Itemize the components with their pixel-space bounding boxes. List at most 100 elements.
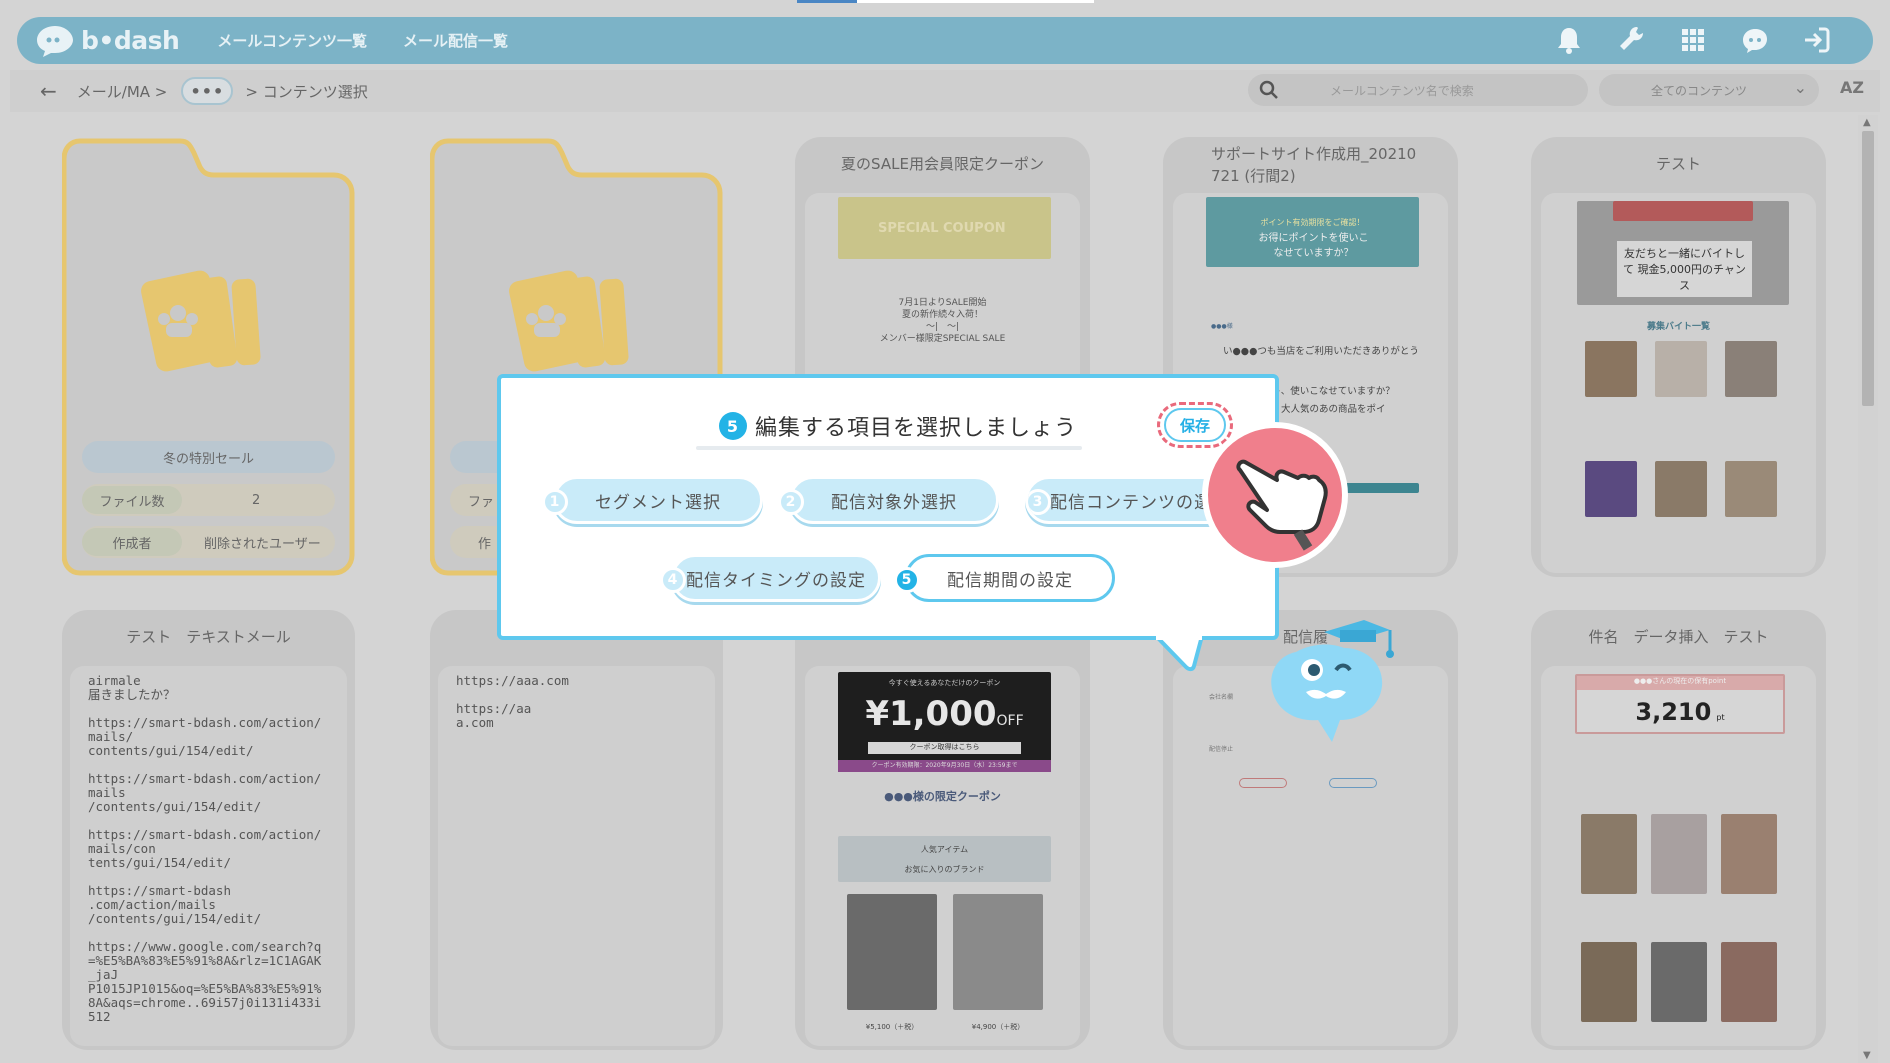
breadcrumb-ellipsis-button[interactable]: •••	[181, 77, 234, 105]
author-value: 削除されたユーザー	[204, 536, 321, 552]
option-label: 配信タイミングの設定	[686, 570, 866, 591]
logo-text: b•dash	[81, 26, 180, 55]
popup-step-number: 5	[719, 412, 747, 440]
nav-mail-contents[interactable]: メールコンテンツ一覧	[217, 30, 367, 51]
line: 会社名欄	[1209, 694, 1234, 701]
card-title-line: 721 (行間2)	[1211, 167, 1296, 185]
logo[interactable]: b•dash	[35, 24, 180, 58]
support-icon[interactable]	[1739, 23, 1771, 57]
banner-top: 今すぐ使えるあなただけのクーポン	[888, 679, 1001, 687]
option-label: 配信期間の設定	[947, 570, 1073, 591]
section-subtitle: お気に入りのブランド	[904, 865, 985, 874]
option-number: 4	[660, 567, 686, 593]
option-number: 3	[1028, 489, 1051, 515]
points-banner: ポイント有効期限をご確認！ お得にポイントを使いこなせていますか？	[1206, 197, 1419, 267]
folder-card[interactable]: 冬の特別セール ファイル数 2 作成者 削除されたユーザー	[62, 137, 355, 577]
content-filter-select[interactable]: 全てのコンテンツ ⌄	[1599, 74, 1819, 106]
price-2: ¥4,900（＋税）	[971, 1023, 1025, 1031]
author-label: 作成者	[82, 528, 182, 556]
popup-title: 5 編集する項目を選択しましょう	[719, 410, 1077, 442]
content-card[interactable]: テスト テキストメール airmale 届きましたか？ https://smar…	[62, 610, 355, 1050]
breadcrumb-current: > コンテンツ選択	[245, 82, 368, 101]
content-card[interactable]: 今すぐ使えるあなただけのクーポン ¥1,000OFF クーポン取得はこちら クー…	[795, 610, 1090, 1050]
text-mail-body: https://aaa.com https://aa a.com	[438, 666, 715, 1046]
popup-title-text: 編集する項目を選択しましょう	[755, 416, 1078, 441]
popular-section: 人気アイテム お気に入りのブランド	[838, 836, 1051, 882]
coupon-heading: ●●●様の限定クーポン	[884, 790, 1001, 803]
banner-small: ポイント有効期限をご確認！	[1260, 218, 1365, 227]
option-label: 配信対象外選択	[831, 492, 957, 513]
folder-name: 冬の特別セール	[82, 441, 335, 473]
app-header: b•dash メールコンテンツ一覧 メール配信一覧	[17, 17, 1873, 64]
option-period-setting[interactable]: 5 配信期間の設定	[894, 554, 1115, 602]
nav-mail-delivery[interactable]: メール配信一覧	[403, 30, 508, 51]
price-banner: 今すぐ使えるあなただけのクーポン ¥1,000OFF クーポン取得はこちら クー…	[838, 672, 1051, 772]
card-title: サポートサイト作成用_20210 721 (行間2)	[1211, 143, 1416, 187]
points-value: 3,210	[1635, 698, 1712, 726]
filter-selected: 全てのコンテンツ	[1651, 83, 1748, 98]
option-segment-select[interactable]: 1 セグメント選択	[542, 476, 763, 524]
content-card[interactable]: https://aaa.com https://aa a.com	[430, 610, 723, 1050]
logout-icon[interactable]	[1801, 23, 1833, 57]
top-strip	[0, 0, 1890, 4]
price-1: ¥5,100（＋税）	[865, 1023, 919, 1031]
option-number: 2	[778, 489, 804, 515]
coupon-body: 7月1日よりSALE開始 夏の新作続々入荷！ 〜| 〜| メンバー様限定SPEC…	[805, 297, 1080, 345]
card-preview: 今すぐ使えるあなただけのクーポン ¥1,000OFF クーポン取得はこちら クー…	[805, 666, 1080, 1046]
coupon-banner-text: SPECIAL COUPON	[878, 221, 1006, 236]
card-title: 夏のSALE用会員限定クーポン	[841, 155, 1044, 173]
price-value: ¥1,000	[865, 694, 997, 734]
card-title: テスト テキストメール	[126, 628, 291, 646]
card-preview: ●●●さんの現在の保有point 3,210 pt	[1541, 666, 1816, 1046]
search-input[interactable]: メールコンテンツ名で検索	[1330, 82, 1474, 99]
coupon-banner: SPECIAL COUPON	[838, 197, 1051, 259]
content-card[interactable]: 件名 データ挿入 テスト ●●●さんの現在の保有point 3,210 pt	[1531, 610, 1826, 1050]
search-icon	[1259, 80, 1278, 99]
text-mail-body: airmale 届きましたか？ https://smart-bdash.com/…	[70, 666, 347, 1046]
chevron-down-icon: ⌄	[1793, 78, 1807, 97]
price-off: OFF	[996, 713, 1024, 729]
line: 〜| 〜|	[925, 322, 960, 332]
option-exclusion-select[interactable]: 2 配信対象外選択	[778, 476, 999, 524]
toolbar: ← メール/MA > ••• > コンテンツ選択 メールコンテンツ名で検索 全て…	[10, 70, 1880, 112]
wrench-icon[interactable]	[1615, 23, 1647, 57]
logo-bubble-icon	[37, 25, 73, 57]
scrollbar[interactable]: ▲ ▼	[1858, 115, 1878, 1063]
section-title: 人気アイテム	[920, 845, 969, 854]
card-title-line: サポートサイト作成用_20210	[1211, 145, 1417, 163]
edit-item-popup: 5 編集する項目を選択しましょう 保存 1 セグメント選択 2 配信対象外選択 …	[497, 374, 1279, 640]
banner-text: 友だちと一緒にバイトして 現金5,000円のチャンス	[1617, 241, 1752, 297]
popup-tail	[1156, 636, 1205, 672]
grid-icon[interactable]	[1677, 23, 1709, 57]
line: 夏の新作続々入荷！	[901, 310, 983, 320]
search-box[interactable]: メールコンテンツ名で検索	[1248, 74, 1588, 106]
back-arrow-icon[interactable]: ←	[40, 79, 57, 103]
popup-title-underline	[696, 446, 1082, 450]
line: い●●●つも当店をご利用いただきありがとう	[1223, 346, 1419, 357]
points-header: ●●●さんの現在の保有point	[1577, 676, 1783, 690]
line: 7月1日よりSALE開始	[898, 298, 987, 308]
sort-az-button[interactable]: AZ	[1840, 78, 1864, 97]
option-number: 5	[894, 567, 920, 593]
line: メンバー様限定SPECIAL SALE	[879, 334, 1006, 344]
content-card[interactable]: テスト 友だちと一緒にバイトして 現金5,000円のチャンス 募集バイト一覧	[1531, 137, 1826, 577]
folder-file-count: ファイル数 2	[82, 484, 335, 516]
card-title: 件名 データ挿入 テスト	[1588, 628, 1769, 646]
card-title: テスト	[1655, 155, 1701, 173]
line: 配信停止	[1209, 746, 1234, 753]
folder-author: 作成者 削除されたユーザー	[82, 526, 335, 558]
points-box: ●●●さんの現在の保有point 3,210 pt	[1575, 674, 1785, 734]
line: ●●●様	[1211, 323, 1233, 330]
bell-icon[interactable]	[1553, 23, 1585, 57]
option-timing-setting[interactable]: 4 配信タイミングの設定	[660, 554, 881, 602]
option-number: 1	[542, 489, 568, 515]
card-preview: 友だちと一緒にバイトして 現金5,000円のチャンス 募集バイト一覧	[1541, 193, 1816, 573]
option-label: セグメント選択	[595, 492, 721, 513]
recruit-banner: 友だちと一緒にバイトして 現金5,000円のチャンス	[1577, 201, 1789, 305]
breadcrumb-root[interactable]: メール/MA >	[77, 81, 168, 102]
sub-title: 募集バイト一覧	[1646, 322, 1710, 332]
price: ¥1,000OFF	[838, 694, 1051, 734]
mascot-character	[1271, 620, 1394, 742]
option-label: 配信コンテンツの選	[1050, 492, 1212, 513]
banner-text: お得にポイントを使いこなせていますか？	[1258, 233, 1369, 259]
